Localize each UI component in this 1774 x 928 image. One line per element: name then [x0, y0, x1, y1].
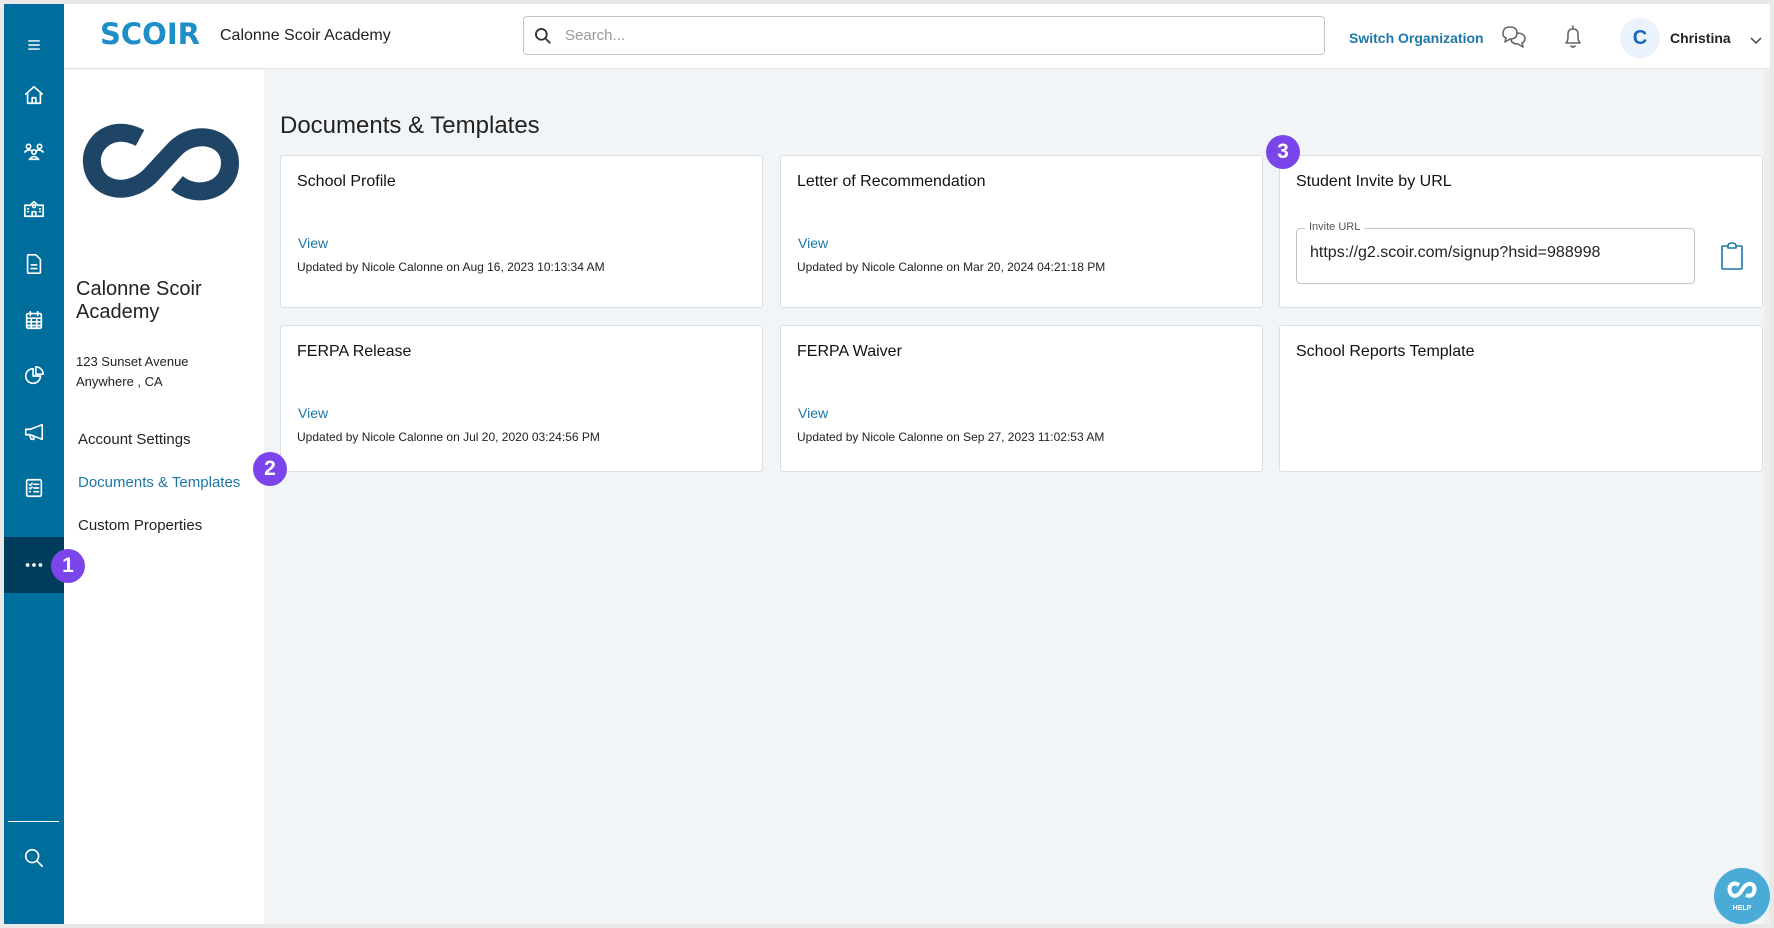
rail-divider — [8, 821, 59, 822]
rail-item-tasks[interactable] — [4, 460, 64, 516]
help-button[interactable]: HELP — [1714, 868, 1770, 924]
card-ferpa-release: FERPA Release View Updated by Nicole Cal… — [280, 325, 763, 472]
card-title: FERPA Waiver — [797, 343, 902, 360]
rail-item-reports[interactable] — [4, 348, 64, 404]
checklist-icon — [25, 478, 43, 498]
pie-chart-icon — [24, 366, 44, 385]
rail-item-search[interactable] — [4, 830, 64, 886]
updated-text: Updated by Nicole Calonne on Jul 20, 202… — [297, 430, 600, 444]
students-icon — [24, 143, 44, 161]
rail-item-schools[interactable] — [4, 180, 64, 236]
org-name: Calonne Scoir Academy — [220, 27, 391, 44]
card-title: Student Invite by URL — [1296, 173, 1452, 190]
document-icon — [26, 254, 42, 274]
card-letter-of-recommendation: Letter of Recommendation View Updated by… — [780, 155, 1263, 308]
scrollbar-track[interactable] — [1764, 70, 1770, 924]
calendar-icon — [25, 310, 43, 330]
messages-button[interactable] — [1500, 24, 1528, 50]
home-icon — [24, 85, 44, 105]
updated-text: Updated by Nicole Calonne on Mar 20, 202… — [797, 260, 1106, 274]
invite-url-input[interactable] — [1310, 244, 1680, 262]
updated-text: Updated by Nicole Calonne on Sep 27, 202… — [797, 430, 1105, 444]
user-menu[interactable]: Christina — [1670, 30, 1731, 46]
rail-item-home[interactable] — [4, 67, 64, 123]
invite-url-label: Invite URL — [1305, 221, 1365, 233]
annotation-badge-1: 1 — [51, 549, 85, 583]
card-title: School Reports Template — [1296, 343, 1475, 360]
top-header: SCOIR Calonne Scoir Academy Switch Organ… — [64, 4, 1770, 69]
card-title: Letter of Recommendation — [797, 173, 986, 190]
help-label: HELP — [1732, 905, 1752, 912]
card-school-reports-template: School Reports Template — [1279, 325, 1763, 472]
school-icon — [24, 200, 44, 218]
search-input[interactable] — [565, 27, 1305, 44]
user-menu-toggle[interactable] — [1750, 32, 1762, 45]
annotation-badge-3: 3 — [1266, 135, 1300, 169]
school-address: 123 Sunset Avenue Anywhere , CA — [76, 352, 189, 392]
search-icon — [535, 27, 551, 44]
megaphone-icon — [24, 423, 44, 441]
menu-button[interactable] — [4, 17, 64, 73]
nav-rail — [4, 4, 64, 924]
chevron-down-icon — [1750, 37, 1762, 45]
brand-text: SCOIR — [100, 17, 200, 51]
annotation-badge-2: 2 — [253, 452, 287, 486]
view-link[interactable]: View — [798, 405, 828, 421]
more-icon — [25, 563, 43, 567]
school-logo — [82, 123, 240, 201]
settings-side-panel: Calonne Scoir Academy 123 Sunset Avenue … — [64, 70, 264, 924]
card-school-profile: School Profile View Updated by Nicole Ca… — [280, 155, 763, 308]
switch-organization-link[interactable]: Switch Organization — [1349, 30, 1484, 46]
user-avatar[interactable]: C — [1620, 18, 1660, 58]
menu-icon — [28, 40, 40, 50]
invite-url-field[interactable]: Invite URL — [1296, 221, 1695, 284]
card-student-invite-by-url: Student Invite by URL Invite URL — [1279, 155, 1763, 308]
infinity-logo-icon — [1727, 881, 1757, 898]
rail-item-calendar[interactable] — [4, 292, 64, 348]
bell-icon — [1565, 25, 1581, 48]
rail-item-students[interactable] — [4, 124, 64, 180]
side-link-account-settings[interactable]: Account Settings — [78, 431, 191, 448]
search-icon — [24, 848, 44, 868]
address-line-2: Anywhere , CA — [76, 374, 163, 389]
scoir-logo[interactable]: SCOIR — [100, 17, 200, 51]
card-title: FERPA Release — [297, 343, 412, 360]
view-link[interactable]: View — [298, 405, 328, 421]
view-link[interactable]: View — [798, 235, 828, 251]
rail-item-documents[interactable] — [4, 236, 64, 292]
clipboard-icon — [1721, 242, 1743, 270]
side-link-documents-templates[interactable]: Documents & Templates — [78, 474, 240, 491]
chat-bubbles-icon — [1502, 26, 1526, 48]
search-box[interactable] — [523, 16, 1325, 55]
view-link[interactable]: View — [298, 235, 328, 251]
page-title: Documents & Templates — [280, 112, 540, 139]
updated-text: Updated by Nicole Calonne on Aug 16, 202… — [297, 260, 605, 274]
notifications-button[interactable] — [1562, 24, 1584, 50]
copy-url-button[interactable] — [1720, 242, 1744, 270]
rail-item-announcements[interactable] — [4, 404, 64, 460]
card-ferpa-waiver: FERPA Waiver View Updated by Nicole Calo… — [780, 325, 1263, 472]
app-window: SCOIR Calonne Scoir Academy Switch Organ… — [4, 4, 1770, 924]
address-line-1: 123 Sunset Avenue — [76, 354, 189, 369]
school-name: Calonne Scoir Academy — [76, 278, 202, 323]
card-title: School Profile — [297, 173, 396, 190]
side-link-custom-properties[interactable]: Custom Properties — [78, 517, 202, 534]
